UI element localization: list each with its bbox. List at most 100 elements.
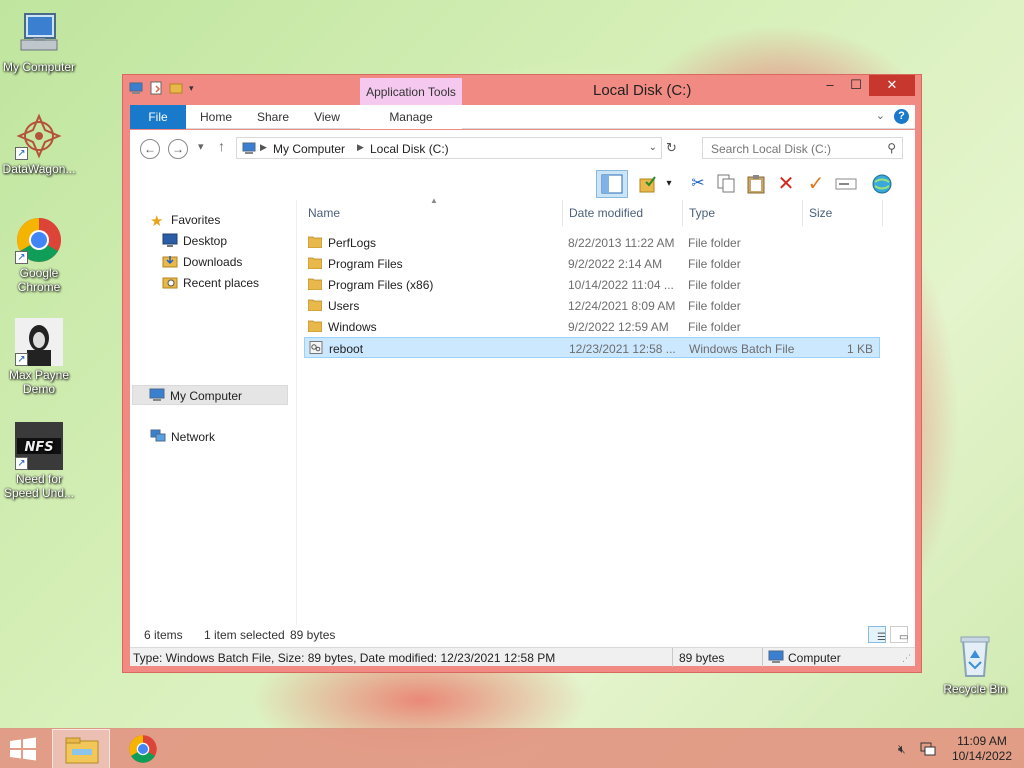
properties-checklist-button[interactable] xyxy=(636,172,660,196)
start-button[interactable] xyxy=(8,737,38,761)
desktop-icon-google-chrome[interactable]: ↗ Google Chrome xyxy=(0,216,78,294)
customize-toolbar-icon[interactable]: ▾ xyxy=(189,81,203,95)
search-placeholder: Search Local Disk (C:) xyxy=(711,142,832,156)
system-clock[interactable]: 11:09 AM 10/14/2022 xyxy=(952,734,1012,764)
computer-small-icon[interactable] xyxy=(129,81,143,95)
up-arrow-icon[interactable]: ↑ xyxy=(218,138,225,154)
nav-downloads[interactable]: Downloads xyxy=(162,252,242,272)
resize-grip-icon[interactable]: ⋰ xyxy=(902,653,911,664)
title-bar[interactable]: ▾ Application Tools Local Disk (C:) – ☐ … xyxy=(123,75,921,105)
tab-view[interactable]: View xyxy=(304,105,350,129)
windows-logo-icon xyxy=(10,737,36,761)
preview-pane-icon xyxy=(601,174,623,194)
paste-button[interactable] xyxy=(744,172,768,196)
desktop-icon-recycle-bin[interactable]: Recycle Bin xyxy=(936,632,1014,696)
tab-home[interactable]: Home xyxy=(190,105,242,129)
help-icon[interactable]: ? xyxy=(894,109,909,124)
star-icon: ★ xyxy=(150,213,164,230)
expand-ribbon-icon[interactable]: ⌄ xyxy=(876,109,885,122)
tab-file[interactable]: File xyxy=(130,105,186,129)
taskbar-file-explorer[interactable] xyxy=(52,729,110,768)
network-status-icon[interactable] xyxy=(920,742,936,759)
file-row[interactable]: Users 12/24/2021 8:09 AM File folder xyxy=(304,295,880,316)
column-header-type[interactable]: Type xyxy=(683,200,803,226)
file-date: 9/2/2022 12:59 AM xyxy=(568,320,669,334)
clock-time: 11:09 AM xyxy=(957,734,1007,748)
navigation-pane: ★ Favorites Desktop Downloads Recent plac… xyxy=(130,200,290,625)
breadcrumb-my-computer[interactable]: My Computer xyxy=(273,142,345,156)
column-header-size[interactable]: Size xyxy=(803,200,883,226)
refresh-icon[interactable]: ↻ xyxy=(666,140,677,156)
breadcrumb-local-disk[interactable]: Local Disk (C:) xyxy=(370,142,449,156)
nav-favorites[interactable]: ★ Favorites xyxy=(150,210,220,230)
column-header-date-modified[interactable]: Date modified xyxy=(563,200,683,226)
details-summary-bar: 6 items 1 item selected 89 bytes ☰ ▭ xyxy=(130,625,915,645)
item-count: 6 items xyxy=(144,628,183,642)
search-input[interactable]: Search Local Disk (C:) ⚲ xyxy=(702,137,903,159)
close-button[interactable]: ✕ xyxy=(869,75,915,96)
volume-muted-icon[interactable]: 🔇︎ xyxy=(898,742,906,757)
nav-desktop[interactable]: Desktop xyxy=(162,231,227,251)
column-header-name[interactable]: Name xyxy=(302,200,563,226)
breadcrumb-separator-icon: ▶ xyxy=(357,142,364,152)
nav-my-computer[interactable]: My Computer xyxy=(132,385,288,405)
copy-button[interactable] xyxy=(714,172,738,196)
tab-share[interactable]: Share xyxy=(248,105,298,129)
preview-pane-button[interactable] xyxy=(596,170,628,198)
desktop-icon-my-computer[interactable]: My Computer xyxy=(0,10,78,74)
checkmark-icon[interactable]: ✓ xyxy=(804,172,828,196)
rename-button[interactable] xyxy=(834,172,858,196)
status-divider xyxy=(672,648,673,667)
pane-splitter[interactable] xyxy=(296,200,297,625)
file-type: File folder xyxy=(688,320,741,334)
file-row-selected[interactable]: reboot 12/23/2021 12:58 ... Windows Batc… xyxy=(304,337,880,358)
file-name: Program Files (x86) xyxy=(328,278,434,292)
selection-size: 89 bytes xyxy=(290,628,336,642)
nav-recent-places[interactable]: Recent places xyxy=(162,273,259,293)
globe-button[interactable] xyxy=(870,172,894,196)
details-view-button[interactable]: ☰ xyxy=(868,626,886,643)
nfs-icon: NFS ↗ xyxy=(15,422,63,470)
file-date: 12/23/2021 12:58 ... xyxy=(569,342,676,356)
file-name: reboot xyxy=(329,342,364,356)
quick-access-toolbar: ▾ xyxy=(129,81,203,95)
file-date: 12/24/2021 8:09 AM xyxy=(568,299,676,313)
command-toolbar: ▾ ✂ ✕ ✓ xyxy=(130,168,915,200)
globe-icon xyxy=(872,174,892,194)
status-details: Type: Windows Batch File, Size: 89 bytes… xyxy=(133,651,556,665)
delete-icon[interactable]: ✕ xyxy=(774,172,798,196)
toolbar-dropdown-icon[interactable]: ▾ xyxy=(662,172,676,196)
maximize-button[interactable]: ☐ xyxy=(843,75,869,96)
tab-manage[interactable]: Manage xyxy=(360,105,462,129)
large-icons-view-icon: ▭ xyxy=(899,632,909,643)
new-folder-icon[interactable] xyxy=(169,81,183,95)
large-icons-view-button[interactable]: ▭ xyxy=(890,626,908,643)
nav-network[interactable]: Network xyxy=(150,427,215,447)
file-name: Windows xyxy=(328,320,377,334)
folder-icon xyxy=(308,257,322,269)
search-icon: ⚲ xyxy=(887,141,896,155)
taskbar-google-chrome[interactable] xyxy=(114,729,172,768)
address-bar[interactable]: ▶ My Computer ▶ Local Disk (C:) ⌄ xyxy=(236,137,662,159)
desktop-icon-datawagon[interactable]: ↗ DataWagon... xyxy=(0,112,78,176)
desktop-icon-need-for-speed[interactable]: NFS ↗ Need for Speed Und... xyxy=(0,422,78,500)
desktop-icon-label: DataWagon... xyxy=(2,162,76,176)
recycle-bin-icon xyxy=(951,632,999,680)
application-tools-context-tab: Application Tools xyxy=(360,78,462,105)
cut-icon[interactable]: ✂ xyxy=(686,172,710,196)
shortcut-arrow-icon: ↗ xyxy=(15,457,28,470)
back-button[interactable]: ← xyxy=(140,139,160,159)
properties-icon[interactable] xyxy=(149,81,163,95)
file-type: File folder xyxy=(688,278,741,292)
forward-button[interactable]: → xyxy=(168,139,188,159)
address-dropdown-icon[interactable]: ⌄ xyxy=(649,142,657,153)
file-row[interactable]: Program Files 9/2/2022 2:14 AM File fold… xyxy=(304,253,880,274)
taskbar: 🔇︎ 11:09 AM 10/14/2022 xyxy=(0,728,1024,768)
nav-label: Favorites xyxy=(171,213,221,227)
file-row[interactable]: PerfLogs 8/22/2013 11:22 AM File folder xyxy=(304,232,880,253)
desktop-icon-max-payne-demo[interactable]: ↗ Max Payne Demo xyxy=(0,318,78,396)
file-row[interactable]: Windows 9/2/2022 12:59 AM File folder xyxy=(304,316,880,337)
file-row[interactable]: Program Files (x86) 10/14/2022 11:04 ...… xyxy=(304,274,880,295)
recent-locations-chevron-icon[interactable]: ▾ xyxy=(198,140,204,153)
minimize-button[interactable]: – xyxy=(817,75,843,96)
